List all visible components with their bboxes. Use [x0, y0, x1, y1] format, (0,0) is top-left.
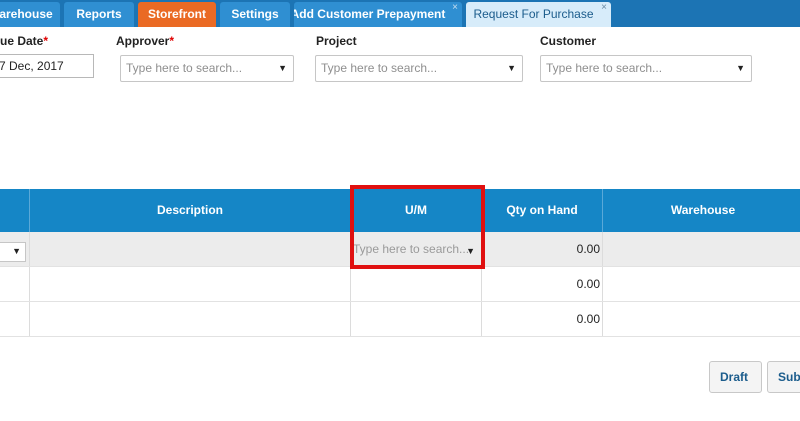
- customer-placeholder: Type here to search...: [546, 61, 663, 75]
- due-date-label: ue Date*: [0, 34, 48, 48]
- customer-select[interactable]: Type here to search... ▼: [540, 55, 752, 82]
- approver-label-text: Approver: [116, 34, 170, 48]
- um-highlight-box: [350, 185, 485, 269]
- due-date-value: 7 Dec, 2017: [0, 59, 64, 73]
- tab-label: Add Customer Prepayment: [294, 7, 446, 21]
- qty-on-hand-cell: 0.00: [482, 232, 603, 266]
- item-select[interactable]: ▼: [0, 242, 26, 262]
- project-placeholder: Type here to search...: [321, 61, 438, 75]
- tab-label: Settings: [231, 7, 279, 21]
- warehouse-cell[interactable]: [603, 302, 800, 336]
- project-select[interactable]: Type here to search... ▼: [315, 55, 523, 82]
- close-icon[interactable]: ×: [601, 2, 607, 20]
- warehouse-cell[interactable]: [603, 267, 800, 301]
- approver-select[interactable]: Type here to search... ▼: [120, 55, 294, 82]
- dropdown-arrow-icon: ▼: [736, 63, 745, 73]
- description-cell[interactable]: [30, 267, 351, 301]
- column-header-qty-on-hand: Qty on Hand: [482, 189, 603, 232]
- tab-settings[interactable]: Settings: [220, 2, 290, 27]
- dropdown-arrow-icon: ▼: [278, 63, 287, 73]
- item-cell[interactable]: [0, 267, 30, 301]
- warehouse-cell[interactable]: [603, 232, 800, 266]
- um-cell[interactable]: [351, 267, 482, 301]
- due-date-field[interactable]: 7 Dec, 2017: [0, 54, 94, 78]
- submit-button[interactable]: Sub: [767, 361, 800, 393]
- close-icon[interactable]: ×: [452, 2, 458, 20]
- required-mark: *: [43, 34, 49, 48]
- dropdown-arrow-icon: ▼: [12, 246, 21, 256]
- tab-request-for-purchase[interactable]: Request For Purchase ×: [466, 2, 611, 27]
- customer-label: Customer: [540, 34, 596, 48]
- project-label: Project: [316, 34, 357, 48]
- item-cell: ▼: [0, 232, 30, 266]
- customer-label-text: Customer: [540, 34, 597, 48]
- description-cell[interactable]: [30, 302, 351, 336]
- tab-warehouse[interactable]: arehouse: [0, 2, 60, 27]
- approver-label: Approver*: [116, 34, 174, 48]
- tab-add-customer-prepayment[interactable]: Add Customer Prepayment ×: [294, 2, 462, 27]
- qty-on-hand-cell: 0.00: [482, 302, 603, 336]
- dropdown-arrow-icon: ▼: [507, 63, 516, 73]
- description-cell[interactable]: [30, 232, 351, 266]
- column-header-warehouse: Warehouse: [670, 203, 736, 217]
- tab-label: arehouse: [0, 7, 53, 21]
- tab-label: Request For Purchase: [473, 7, 594, 21]
- qty-on-hand-cell: 0.00: [482, 267, 603, 301]
- column-header-description: Description: [30, 189, 351, 232]
- um-cell[interactable]: [351, 302, 482, 336]
- tab-label: Storefront: [148, 7, 206, 21]
- tab-reports[interactable]: Reports: [64, 2, 134, 27]
- draft-button[interactable]: Draft: [709, 361, 762, 393]
- tab-label: Reports: [76, 7, 122, 21]
- item-cell[interactable]: [0, 302, 30, 336]
- table-row: 0.00: [0, 267, 800, 302]
- required-mark: *: [169, 34, 175, 48]
- approver-placeholder: Type here to search...: [126, 61, 243, 75]
- project-label-text: Project: [316, 34, 357, 48]
- tab-storefront[interactable]: Storefront: [138, 2, 216, 27]
- due-date-label-text: ue Date: [0, 34, 44, 48]
- column-header-item: [0, 189, 30, 232]
- table-row: 0.00: [0, 302, 800, 337]
- tab-bar: arehouse Reports Storefront Settings Add…: [0, 0, 800, 27]
